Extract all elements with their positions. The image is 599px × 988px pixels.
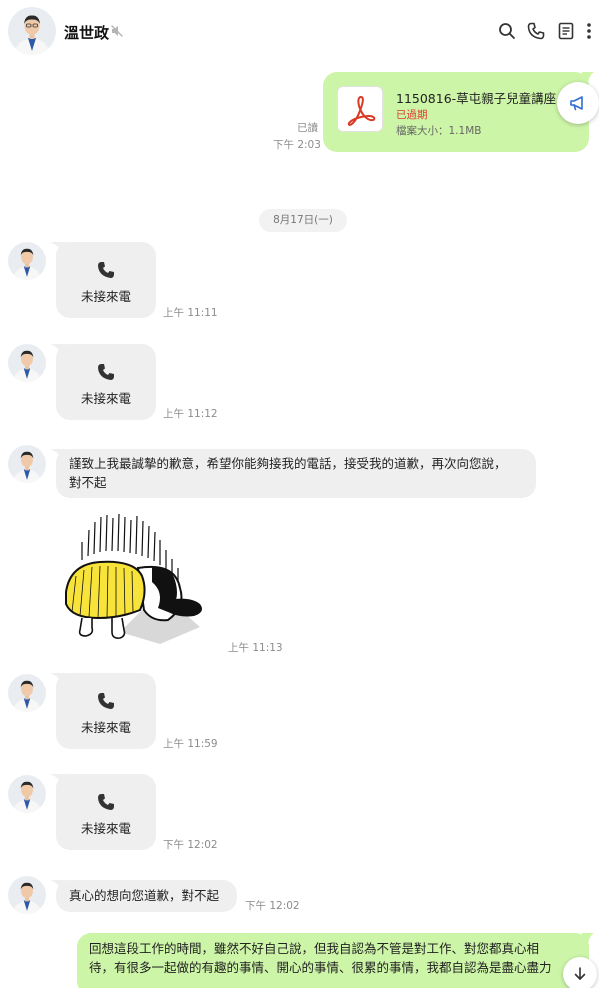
bubble-tail <box>50 242 66 256</box>
sender-avatar[interactable] <box>8 674 46 712</box>
read-receipt: 已讀 <box>297 122 318 134</box>
missed-call-bubble[interactable]: 未接來電 <box>50 242 156 318</box>
message-time: 下午 12:02 <box>245 900 300 912</box>
bubble-tail <box>50 673 66 687</box>
date-separator: 8月17日(一) <box>259 209 347 232</box>
bubble-tail <box>50 880 66 894</box>
bubble-tail <box>50 774 66 788</box>
missed-call-label: 未接來電 <box>80 289 131 304</box>
missed-call-label: 未接來電 <box>80 720 131 735</box>
message-text-line: 對不起 <box>69 475 107 490</box>
missed-call-bubble[interactable]: 未接來電 <box>50 774 156 850</box>
arrow-down-icon <box>574 967 586 980</box>
message-text-line: 待，有很多一起做的有趣的事情、開心的事情、很累的事情，我都自認為是盡心盡力 <box>89 960 552 975</box>
phone-icon <box>98 794 114 810</box>
outgoing-text-bubble[interactable]: 回想這段工作的時間，雖然不好自己說，但我自認為不管是對工作、對您都真心相 待，有… <box>77 933 589 988</box>
notes-icon[interactable] <box>556 21 576 41</box>
missed-call-bubble[interactable]: 未接來電 <box>50 673 156 749</box>
missed-call-bubble[interactable]: 未接來電 <box>50 344 156 420</box>
message-time: 下午 12:02 <box>163 839 218 851</box>
search-icon[interactable] <box>497 21 517 41</box>
text-message-bubble[interactable]: 真心的想向您道歉，對不起 <box>50 880 237 912</box>
contact-avatar[interactable] <box>8 7 56 55</box>
message-text-line: 回想這段工作的時間，雖然不好自己說，但我自認為不管是對工作、對您都真心相 <box>89 941 540 956</box>
announcement-button[interactable] <box>557 82 599 124</box>
sender-avatar[interactable] <box>8 242 46 280</box>
megaphone-icon <box>570 96 583 111</box>
message-text: 真心的想向您道歉，對不起 <box>69 888 220 903</box>
bubble-tail <box>50 449 66 463</box>
more-icon[interactable] <box>582 21 596 41</box>
message-time: 上午 11:11 <box>163 307 218 319</box>
sender-avatar[interactable] <box>8 876 46 914</box>
file-size: 檔案大小：1.1MB <box>396 125 482 137</box>
text-message-bubble[interactable]: 謹致上我最誠摯的歉意，希望你能夠接我的電話，接受我的道歉，再次向您說， 對不起 <box>50 449 536 498</box>
file-status: 已過期 <box>396 109 428 121</box>
phone-icon <box>98 693 114 709</box>
phone-icon[interactable] <box>526 21 546 41</box>
bubble-tail <box>582 933 594 947</box>
pdf-file-icon <box>337 86 383 132</box>
missed-call-label: 未接來電 <box>80 821 131 836</box>
message-time: 下午 2:03 <box>273 139 321 151</box>
apology-sticker[interactable] <box>60 512 210 652</box>
sender-avatar[interactable] <box>8 445 46 483</box>
message-time: 上午 11:12 <box>163 408 218 420</box>
message-time: 上午 11:59 <box>163 738 218 750</box>
message-time: 上午 11:13 <box>228 642 283 654</box>
sender-avatar[interactable] <box>8 775 46 813</box>
bubble-tail <box>50 344 66 358</box>
chat-header: 溫世政 <box>0 0 599 62</box>
sender-avatar[interactable] <box>8 344 46 382</box>
file-message-bubble[interactable]: 1150816-草屯親子兒童講座.p 已過期 檔案大小：1.1MB <box>323 72 589 152</box>
message-text-line: 謹致上我最誠摯的歉意，希望你能夠接我的電話，接受我的道歉，再次向您說， <box>69 456 507 471</box>
missed-call-label: 未接來電 <box>80 391 131 406</box>
file-name: 1150816-草屯親子兒童講座.p <box>396 91 569 106</box>
mute-icon <box>111 25 123 37</box>
phone-icon <box>98 262 114 278</box>
phone-icon <box>98 364 114 380</box>
contact-name[interactable]: 溫世政 <box>64 22 109 43</box>
scroll-to-bottom-button[interactable] <box>563 957 597 988</box>
